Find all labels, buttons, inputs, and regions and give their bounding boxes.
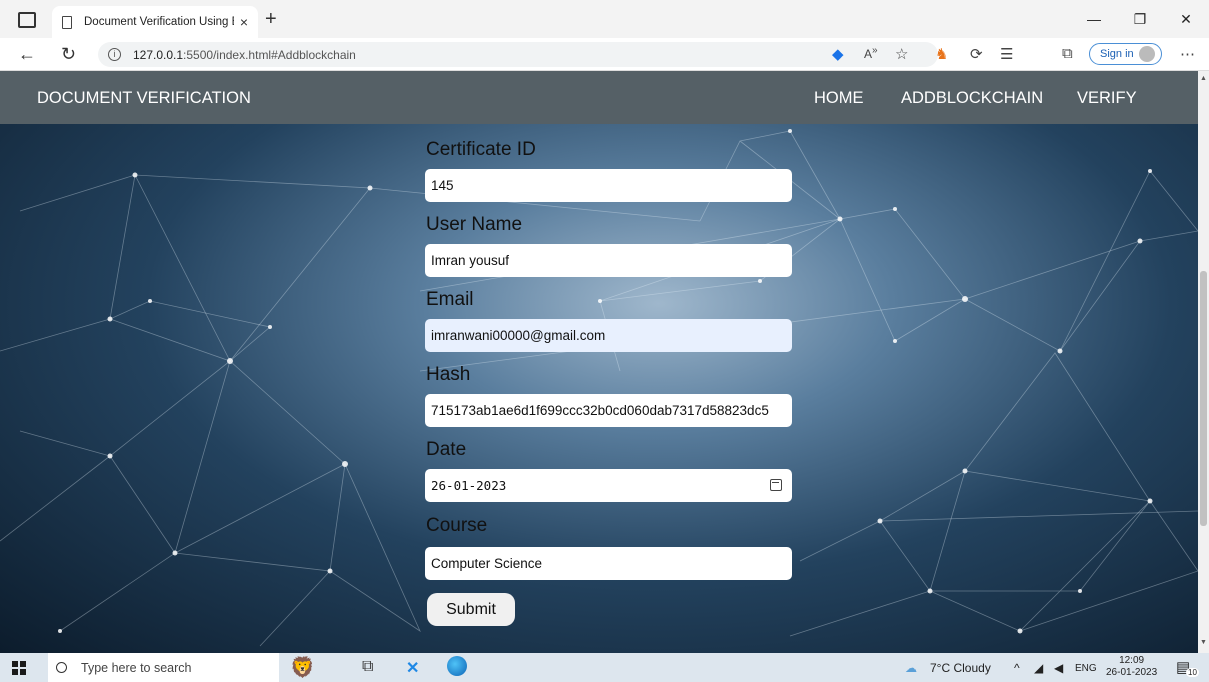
sign-in-label: Sign in — [1100, 48, 1134, 60]
scrollbar-thumb[interactable] — [1200, 271, 1207, 526]
page-viewport: DOCUMENT VERIFICATION HOME ADDBLOCKCHAIN… — [0, 71, 1198, 653]
nav-verify-link[interactable]: VERIFY — [1077, 89, 1137, 108]
edge-browser-icon[interactable] — [447, 656, 467, 676]
favorite-star-icon[interactable]: ☆ — [895, 45, 908, 63]
info-icon[interactable]: i — [108, 48, 121, 61]
site-navbar: DOCUMENT VERIFICATION HOME ADDBLOCKCHAIN… — [0, 71, 1198, 124]
more-menu-icon[interactable]: ⋯ — [1180, 45, 1195, 63]
address-bar[interactable]: i 127.0.0.1:5500/index.html#Addblockchai… — [98, 42, 938, 67]
email-input[interactable]: imranwani00000@gmail.com — [425, 319, 792, 352]
avatar-icon — [1138, 46, 1155, 62]
collections-icon[interactable]: ⧉ — [1062, 45, 1073, 62]
weather-text[interactable]: 7°C Cloudy — [930, 661, 991, 675]
browser-tab[interactable]: Document Verification Using Blo × — [52, 6, 258, 38]
calendar-icon[interactable] — [770, 479, 782, 491]
hash-label: Hash — [426, 364, 471, 385]
url-host: 127.0.0.1 — [133, 47, 184, 62]
tab-title: Document Verification Using Blo — [84, 16, 234, 28]
url-path: :5500/index.html#Addblockchain — [183, 47, 356, 62]
date-label: Date — [426, 439, 467, 460]
hash-input[interactable]: 715173ab1ae6d1f699ccc32b0cd060dab7317d58… — [425, 394, 792, 427]
date-value: 26-01-2023 — [431, 478, 507, 493]
close-window-icon[interactable]: ✕ — [1163, 11, 1209, 28]
republic-day-emblem-icon[interactable]: 🦁 — [290, 655, 315, 680]
course-label: Course — [426, 515, 488, 536]
certificate-id-label: Certificate ID — [426, 139, 536, 160]
scroll-up-icon[interactable]: ▲ — [1200, 75, 1207, 82]
chevron-up-icon[interactable]: ^ — [1014, 661, 1020, 675]
email-label: Email — [426, 289, 474, 310]
date-input[interactable]: 26-01-2023 — [425, 469, 792, 502]
search-icon — [56, 662, 67, 673]
taskbar-search-box[interactable]: Type here to search — [48, 653, 279, 682]
refresh-icon[interactable]: ↻ — [61, 44, 76, 65]
notification-count: 10 — [1186, 668, 1199, 677]
speaker-icon[interactable]: ◀ — [1054, 661, 1063, 675]
read-aloud-icon[interactable]: A» — [864, 45, 878, 61]
network-icon[interactable]: ◢ — [1034, 661, 1043, 675]
certificate-id-input[interactable]: 145 — [425, 169, 792, 202]
course-input[interactable]: Computer Science — [425, 547, 792, 580]
windows-taskbar: Type here to search 🦁 ⧉ ✕ ☁ 7°C Cloudy ^… — [0, 653, 1209, 682]
nav-home-link[interactable]: HOME — [814, 89, 864, 108]
task-view-icon[interactable]: ⧉ — [362, 658, 373, 676]
close-tab-icon[interactable]: × — [240, 14, 248, 30]
back-icon[interactable]: ← — [18, 44, 36, 65]
windows-start-icon[interactable] — [12, 661, 26, 675]
scroll-down-icon[interactable]: ▼ — [1200, 639, 1207, 646]
browser-tab-strip: Document Verification Using Blo × + — ❐ … — [0, 0, 1209, 38]
taskbar-clock[interactable]: 12:09 26-01-2023 — [1106, 655, 1157, 679]
shopping-tag-icon[interactable]: ◆ — [832, 45, 844, 63]
user-name-input[interactable]: Imran yousuf — [425, 244, 792, 277]
page-scrollbar[interactable]: ▲ ▼ — [1198, 71, 1209, 653]
browser-toolbar: ← ↻ i 127.0.0.1:5500/index.html#Addblock… — [0, 38, 1209, 71]
extensions-icon[interactable]: ⟳ — [970, 45, 983, 63]
submit-button[interactable]: Submit — [427, 593, 515, 626]
sign-in-button[interactable]: Sign in — [1089, 43, 1162, 65]
user-name-label: User Name — [426, 214, 523, 235]
minimize-icon[interactable]: — — [1071, 11, 1117, 27]
favorites-icon[interactable]: ☰ — [1000, 45, 1013, 63]
clock-time: 12:09 — [1119, 655, 1145, 666]
window-controls: — ❐ ✕ — [1071, 0, 1209, 38]
metamask-extension-icon[interactable]: ♞ — [935, 45, 948, 63]
taskbar-search-placeholder: Type here to search — [81, 660, 192, 675]
tab-actions-icon[interactable] — [18, 12, 36, 28]
vscode-icon[interactable]: ✕ — [406, 658, 419, 678]
weather-icon[interactable]: ☁ — [905, 661, 917, 675]
site-brand[interactable]: DOCUMENT VERIFICATION — [37, 89, 251, 108]
restore-icon[interactable]: ❐ — [1117, 11, 1163, 28]
nav-addblockchain-link[interactable]: ADDBLOCKCHAIN — [901, 89, 1043, 108]
clock-date: 26-01-2023 — [1106, 667, 1158, 678]
new-tab-button[interactable]: + — [265, 8, 277, 31]
page-icon — [62, 15, 72, 29]
language-indicator[interactable]: ENG — [1075, 663, 1097, 674]
